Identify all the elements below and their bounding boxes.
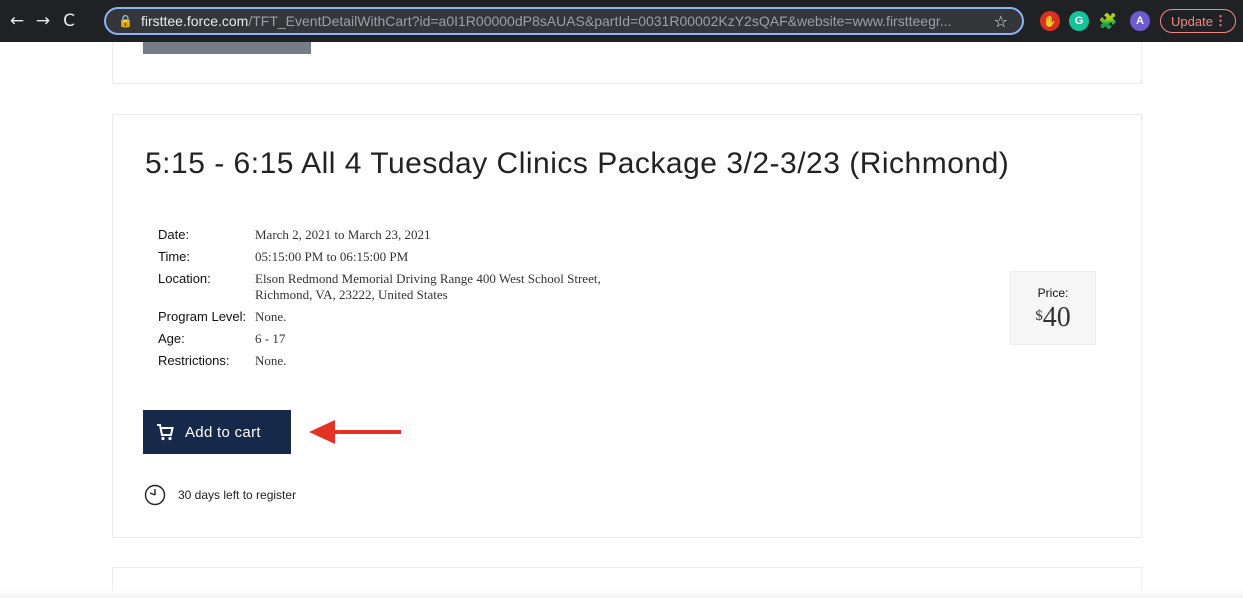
detail-row-location: Location: Elson Redmond Memorial Driving…: [158, 271, 718, 303]
detail-row-time: Time: 05:15:00 PM to 06:15:00 PM: [158, 249, 718, 265]
reload-icon[interactable]: C: [56, 8, 82, 34]
detail-value: 05:15:00 PM to 06:15:00 PM: [255, 249, 409, 264]
shopping-cart-icon: [157, 424, 174, 441]
red-annotation-arrow-icon: [309, 420, 401, 444]
forward-arrow-icon[interactable]: →: [30, 8, 56, 34]
event-title: 5:15 - 6:15 All 4 Tuesday Clinics Packag…: [145, 147, 1010, 180]
deadline-text: 30 days left to register: [178, 488, 297, 502]
price-amount: 40: [1042, 302, 1071, 333]
extensions-puzzle-icon[interactable]: 🧩: [1098, 11, 1118, 31]
event-card: 5:15 - 6:15 All 4 Tuesday Clinics Packag…: [112, 114, 1142, 538]
lock-icon: 🔒: [118, 14, 133, 28]
add-to-cart-label: Add to cart: [185, 423, 261, 441]
detail-row-restrictions: Restrictions: None.: [158, 353, 718, 369]
back-arrow-icon[interactable]: ←: [4, 8, 30, 34]
update-button[interactable]: Update ⋮: [1160, 9, 1236, 33]
update-label: Update: [1171, 13, 1213, 29]
price-box: Price: $40: [1010, 271, 1096, 345]
grammarly-extension-icon[interactable]: G: [1069, 11, 1089, 31]
detail-value: None.: [255, 353, 287, 368]
detail-row-age: Age: 6 - 17: [158, 331, 718, 347]
clock-icon: [144, 484, 166, 506]
url-host: firsttee.force.com: [140, 13, 249, 29]
detail-value: 6 - 17: [255, 331, 286, 346]
price-value: $40: [1011, 302, 1095, 334]
page-bottom-edge: [0, 590, 1243, 598]
detail-label: Location:: [158, 271, 211, 286]
detail-row-date: Date: March 2, 2021 to March 23, 2021: [158, 227, 718, 243]
browser-toolbar: ← → C 🔒 firsttee.force.com/TFT_EventDeta…: [0, 0, 1243, 42]
detail-label: Age:: [158, 331, 185, 346]
add-to-cart-button[interactable]: Add to cart: [143, 410, 291, 454]
detail-label: Restrictions:: [158, 353, 230, 368]
stop-extension-icon[interactable]: ✋: [1040, 11, 1060, 31]
url-path: /TFT_EventDetailWithCart?id=a0I1R00000dP…: [248, 13, 952, 29]
price-currency: $: [1035, 308, 1043, 324]
detail-row-program-level: Program Level: None.: [158, 309, 718, 325]
event-details: Date: March 2, 2021 to March 23, 2021 Ti…: [158, 227, 718, 375]
detail-value: None.: [255, 309, 287, 324]
detail-value: March 2, 2021 to March 23, 2021: [255, 227, 431, 242]
detail-label: Date:: [158, 227, 190, 242]
detail-value: Elson Redmond Memorial Driving Range 400…: [255, 271, 601, 302]
registration-deadline: 30 days left to register: [144, 484, 296, 506]
detail-label: Time:: [158, 249, 191, 264]
profile-avatar[interactable]: A: [1130, 11, 1150, 31]
address-bar[interactable]: 🔒 firsttee.force.com/TFT_EventDetailWith…: [104, 7, 1024, 35]
price-label: Price:: [1037, 286, 1069, 300]
previous-card-button[interactable]: [143, 42, 311, 54]
bookmark-star-icon[interactable]: ☆: [994, 12, 1008, 31]
menu-dots-icon[interactable]: ⋮: [1214, 13, 1227, 29]
detail-label: Program Level:: [158, 309, 247, 324]
previous-event-card: [112, 42, 1142, 84]
